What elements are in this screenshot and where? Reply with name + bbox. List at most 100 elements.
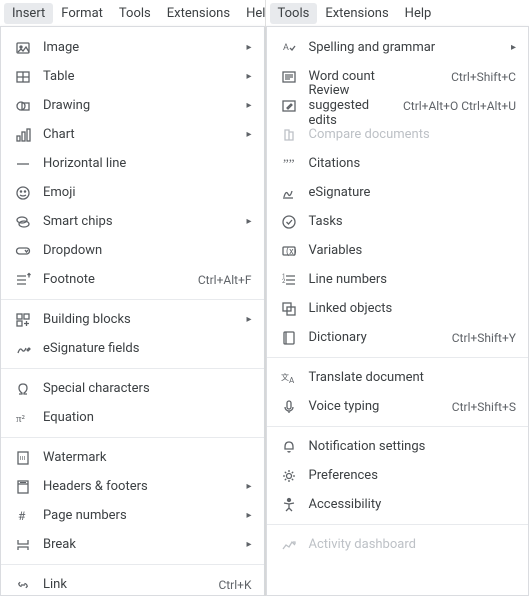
menu-item-emoji[interactable]: Emoji bbox=[1, 178, 264, 207]
insert-menu: Image▸Table▸Drawing▸Chart▸Horizontal lin… bbox=[0, 26, 265, 596]
menu-item-label: eSignature fields bbox=[37, 341, 252, 356]
shortcut: Ctrl+Alt+O Ctrl+Alt+U bbox=[395, 99, 516, 113]
link-icon bbox=[15, 577, 37, 593]
menu-extensions[interactable]: Extensions bbox=[159, 3, 238, 24]
esignfields-icon bbox=[15, 341, 37, 357]
menu-item-label: Word count bbox=[303, 69, 444, 84]
menu-item-translate-document[interactable]: 文A Translate document bbox=[267, 363, 529, 392]
menu-item-tasks[interactable]: Tasks bbox=[267, 207, 529, 236]
headers-icon bbox=[15, 479, 37, 495]
right-panel: ToolsExtensionsHelp ASpelling and gramma… bbox=[265, 0, 529, 596]
review-icon bbox=[281, 98, 303, 114]
submenu-arrow-icon: ▸ bbox=[242, 129, 252, 140]
menubar-right: ToolsExtensionsHelp bbox=[266, 0, 529, 26]
menu-item-equation[interactable]: π²Equation bbox=[1, 403, 264, 432]
menu-item-dropdown[interactable]: Dropdown bbox=[1, 236, 264, 265]
shortcut: Ctrl+Shift+S bbox=[444, 400, 516, 414]
wordcount-icon bbox=[281, 69, 303, 85]
menu-item-label: Voice typing bbox=[303, 399, 444, 414]
separator bbox=[1, 437, 264, 438]
menu-item-table[interactable]: Table▸ bbox=[1, 62, 264, 91]
submenu-arrow-icon: ▸ bbox=[506, 42, 516, 53]
svg-text:2: 2 bbox=[282, 278, 286, 285]
hline-icon bbox=[15, 156, 37, 172]
table-icon bbox=[15, 69, 37, 85]
menu-item-label: Horizontal line bbox=[37, 156, 252, 171]
menu-item-drawing[interactable]: Drawing▸ bbox=[1, 91, 264, 120]
menubar-left: InsertFormatToolsExtensionsHelp bbox=[0, 0, 265, 26]
menu-item-label: Chart bbox=[37, 127, 242, 142]
menu-item-citations[interactable]: ””Citations bbox=[267, 149, 529, 178]
menu-item-label: Notification settings bbox=[303, 439, 517, 454]
menu-item-horizontal-line[interactable]: Horizontal line bbox=[1, 149, 264, 178]
menu-item-label: Linked objects bbox=[303, 301, 517, 316]
submenu-arrow-icon: ▸ bbox=[242, 71, 252, 82]
chips-icon bbox=[15, 214, 37, 230]
menu-item-footnote[interactable]: FootnoteCtrl+Alt+F bbox=[1, 265, 264, 294]
menu-item-review-suggested-edits[interactable]: Review suggested editsCtrl+Alt+O Ctrl+Al… bbox=[267, 91, 529, 120]
menu-item-line-numbers[interactable]: 12Line numbers bbox=[267, 265, 529, 294]
menu-item-smart-chips[interactable]: Smart chips▸ bbox=[1, 207, 264, 236]
menu-item-label: Footnote bbox=[37, 272, 190, 287]
submenu-arrow-icon: ▸ bbox=[242, 314, 252, 325]
menu-item-label: Special characters bbox=[37, 381, 252, 396]
menu-item-label: Link bbox=[37, 577, 210, 592]
menu-item-dictionary[interactable]: DictionaryCtrl+Shift+Y bbox=[267, 323, 529, 352]
menu-item-label: Headers & footers bbox=[37, 479, 242, 494]
menu-item-spelling-and-grammar[interactable]: ASpelling and grammar▸ bbox=[267, 33, 529, 62]
menu-item-label: Translate document bbox=[303, 370, 517, 385]
shortcut: Ctrl+Alt+F bbox=[190, 273, 252, 287]
menu-item-esignature-fields[interactable]: eSignature fields bbox=[1, 334, 264, 363]
left-panel: InsertFormatToolsExtensionsHelp Image▸Ta… bbox=[0, 0, 265, 596]
menu-item-building-blocks[interactable]: Building blocks▸ bbox=[1, 305, 264, 334]
menu-item-image[interactable]: Image▸ bbox=[1, 33, 264, 62]
menu-item-label: Accessibility bbox=[303, 497, 517, 512]
menu-tools[interactable]: Tools bbox=[111, 3, 159, 24]
menu-format[interactable]: Format bbox=[53, 3, 111, 24]
menu-item-special-characters[interactable]: Special characters bbox=[1, 374, 264, 403]
menu-item-label: Watermark bbox=[37, 450, 252, 465]
break-icon bbox=[15, 537, 37, 553]
svg-text:””: ”” bbox=[283, 156, 295, 171]
menu-item-linked-objects[interactable]: Linked objects bbox=[267, 294, 529, 323]
separator bbox=[1, 564, 264, 565]
menu-item-label: Page numbers bbox=[37, 508, 242, 523]
separator bbox=[267, 426, 529, 427]
menu-extensions[interactable]: Extensions bbox=[317, 3, 396, 24]
menu-item-chart[interactable]: Chart▸ bbox=[1, 120, 264, 149]
menu-item-esignature[interactable]: eSignature bbox=[267, 178, 529, 207]
menu-item-label: Equation bbox=[37, 410, 252, 425]
menu-item-accessibility[interactable]: Accessibility bbox=[267, 490, 529, 519]
menu-item-notification-settings[interactable]: Notification settings bbox=[267, 432, 529, 461]
pagenum-icon: # bbox=[15, 508, 37, 524]
citations-icon: ”” bbox=[281, 156, 303, 172]
menu-tools[interactable]: Tools bbox=[270, 3, 318, 24]
blocks-icon bbox=[15, 312, 37, 328]
menu-help[interactable]: Help bbox=[397, 3, 440, 24]
menu-item-label: Activity dashboard bbox=[303, 537, 517, 552]
menu-item-variables[interactable]: (x)Variables bbox=[267, 236, 529, 265]
menu-item-label: Image bbox=[37, 40, 242, 55]
svg-text:文: 文 bbox=[281, 372, 289, 382]
menu-insert[interactable]: Insert bbox=[4, 3, 53, 24]
menu-item-voice-typing[interactable]: Voice typingCtrl+Shift+S bbox=[267, 392, 529, 421]
svg-text:(x): (x) bbox=[286, 246, 297, 257]
esign-icon bbox=[281, 185, 303, 201]
omega-icon bbox=[15, 381, 37, 397]
menu-item-break[interactable]: Break▸ bbox=[1, 530, 264, 559]
menu-item-preferences[interactable]: Preferences bbox=[267, 461, 529, 490]
submenu-arrow-icon: ▸ bbox=[242, 510, 252, 521]
menu-item-page-numbers[interactable]: #Page numbers▸ bbox=[1, 501, 264, 530]
menu-item-link[interactable]: LinkCtrl+K bbox=[1, 570, 264, 596]
svg-text:A: A bbox=[289, 376, 295, 385]
menu-item-label: Building blocks bbox=[37, 312, 242, 327]
menu-item-label: Dictionary bbox=[303, 330, 444, 345]
shortcut: Ctrl+K bbox=[210, 578, 251, 592]
spelling-icon: A bbox=[281, 40, 303, 56]
separator bbox=[1, 368, 264, 369]
svg-text:A: A bbox=[283, 43, 289, 53]
menu-item-watermark[interactable]: Watermark bbox=[1, 443, 264, 472]
menu-item-label: Review suggested edits bbox=[303, 83, 395, 128]
chart-icon bbox=[15, 127, 37, 143]
menu-item-headers-footers[interactable]: Headers & footers▸ bbox=[1, 472, 264, 501]
